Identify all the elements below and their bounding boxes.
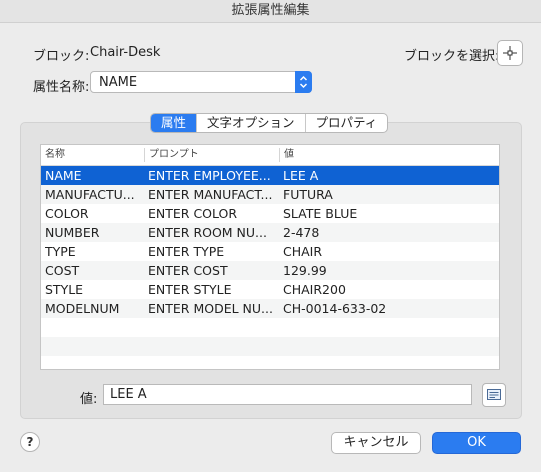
cell-name: TYPE [45,244,76,259]
tag-select-value: NAME [99,75,138,90]
cell-name: MANUFACTU... [45,187,135,202]
tab-bar: 属性 文字オプション プロパティ [150,113,389,133]
cell-prompt: ENTER EMPLOYEE... [148,168,271,183]
table-row[interactable]: NUMBER ENTER ROOM NU... 2-478 [41,223,499,242]
cell-prompt: ENTER COLOR [148,206,238,221]
table-row-empty [41,318,499,337]
table-row[interactable]: MANUFACTU... ENTER MANUFACT... FUTURA [41,185,499,204]
tab-attribute[interactable]: 属性 [151,114,197,132]
cell-name: COLOR [45,206,89,221]
cell-value: CHAIR200 [283,282,346,297]
tag-select[interactable]: NAME [90,71,312,93]
column-header-prompt[interactable]: プロンプト [145,145,199,165]
block-label: ブロック: [33,49,90,64]
ok-button[interactable]: OK [432,432,521,454]
cell-prompt: ENTER STYLE [148,282,232,297]
block-name: Chair-Desk [90,45,161,60]
tab-text-options[interactable]: 文字オプション [196,114,305,132]
table-row[interactable]: TYPE ENTER TYPE CHAIR [41,242,499,261]
text-edit-icon [487,389,501,400]
cell-value: CH-0014-633-02 [283,301,387,316]
window-title: 拡張属性編集 [0,0,541,23]
cell-prompt: ENTER MANUFACT... [148,187,273,202]
table-row-empty [41,337,499,356]
table-row[interactable]: NAME ENTER EMPLOYEE... LEE A [41,166,499,185]
table-row[interactable]: STYLE ENTER STYLE CHAIR200 [41,280,499,299]
table-row-empty [41,356,499,369]
cell-value: 129.99 [283,263,327,278]
cell-name: MODELNUM [45,301,120,316]
table-rows: NAME ENTER EMPLOYEE... LEE A MANUFACTU..… [41,166,499,369]
select-block-label: ブロックを選択: [404,49,500,64]
cell-name: NAME [45,168,82,183]
cell-name: COST [45,263,80,278]
cell-prompt: ENTER ROOM NU... [148,225,267,240]
table-header: 名称 プロンプト 値 [41,145,499,166]
column-header-value[interactable]: 値 [280,145,294,165]
tab-properties[interactable]: プロパティ [304,114,388,132]
updown-chevron-icon [295,71,312,93]
cancel-button[interactable]: キャンセル [331,432,421,454]
cell-value: LEE A [283,168,319,183]
cell-value: 2-478 [283,225,320,240]
table-row[interactable]: COLOR ENTER COLOR SLATE BLUE [41,204,499,223]
help-button[interactable]: ? [20,432,40,452]
table-row[interactable]: COST ENTER COST 129.99 [41,261,499,280]
cell-name: STYLE [45,282,84,297]
cell-name: NUMBER [45,225,100,240]
attribute-table[interactable]: 名称 プロンプト 値 NAME ENTER EMPLOYEE... LEE A … [40,144,500,370]
tag-label: 属性名称: [33,80,90,95]
cell-value: FUTURA [283,187,333,202]
cell-value: CHAIR [283,244,323,259]
value-label: 値: [80,392,98,407]
multiline-edit-button[interactable] [482,383,506,407]
select-block-button[interactable] [497,40,523,66]
cell-prompt: ENTER COST [148,263,228,278]
cell-value: SLATE BLUE [283,206,358,221]
value-input[interactable]: LEE A [103,384,472,405]
column-header-name[interactable]: 名称 [41,145,65,165]
table-row[interactable]: MODELNUM ENTER MODEL NU... CH-0014-633-0… [41,299,499,318]
cell-prompt: ENTER MODEL NU... [148,301,273,316]
cell-prompt: ENTER TYPE [148,244,225,259]
crosshair-icon [503,46,517,60]
value-input-text: LEE A [110,387,147,402]
